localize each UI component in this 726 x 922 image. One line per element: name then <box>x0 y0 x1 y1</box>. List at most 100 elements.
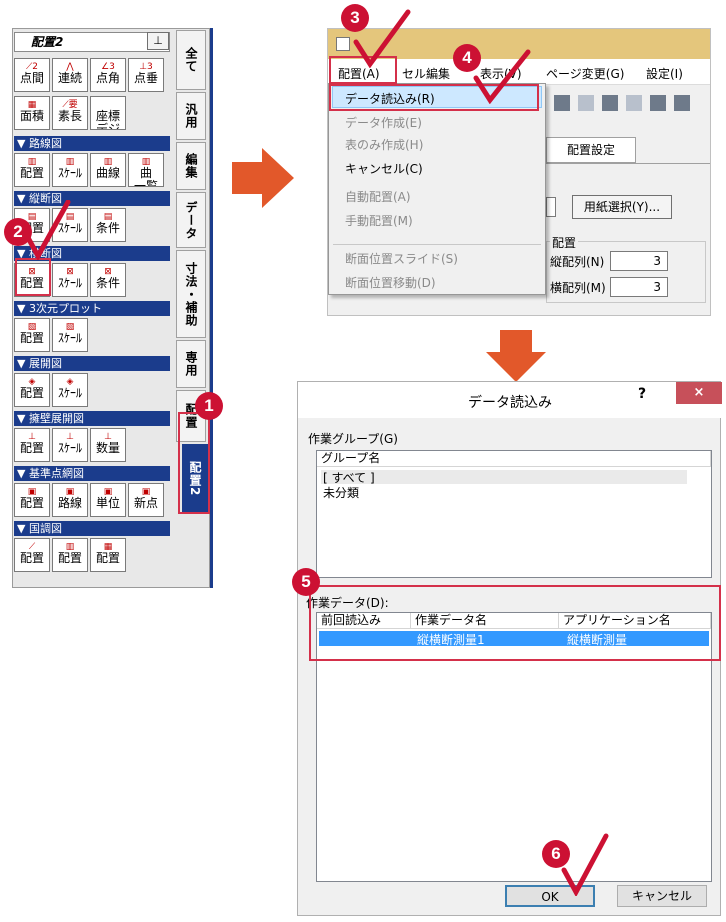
dropdown-menu-item[interactable]: 自動配置(A) <box>345 188 411 205</box>
step-2-badge: 2 <box>4 218 32 246</box>
palette-section-header[interactable]: ▼ 基準点網図 <box>14 466 170 481</box>
palette-button-label: ｽｹｰﾙ <box>57 386 82 400</box>
palette-button[interactable]: ▣ 単位 <box>90 483 126 517</box>
group-list[interactable]: グループ名 [ すべて ] 未分類 <box>316 450 712 578</box>
arrow-right-icon <box>232 148 294 208</box>
palette-button[interactable]: ⊥ 配置 <box>14 428 50 462</box>
palette-button-label: ｽｹｰﾙ <box>57 276 82 290</box>
paper-field[interactable] <box>546 197 556 217</box>
close-button[interactable]: × <box>676 382 722 404</box>
vertical-count-field[interactable]: 3 <box>610 251 668 271</box>
palette-button[interactable]: ⊥ ｽｹｰﾙ <box>52 428 88 462</box>
palette-button-label: 条件 <box>95 276 120 290</box>
toolbar-icon[interactable] <box>554 95 570 111</box>
palette-section-header[interactable]: ▼ 縦断図 <box>14 191 170 206</box>
palette-button-label: 新点 <box>133 496 158 510</box>
palette-button[interactable]: ⊥ 数量 <box>90 428 126 462</box>
dropdown-menu-item[interactable]: 断面位置スライド(S) <box>345 250 458 267</box>
palette-button[interactable]: ▥ 曲 一覧 <box>128 153 164 187</box>
palette-button[interactable]: ▧ 配置 <box>14 318 50 352</box>
palette-button[interactable]: ⊥3 点垂 <box>128 58 164 92</box>
palette-button-label: 路線 <box>57 496 82 510</box>
group-column-header[interactable]: グループ名 <box>317 451 711 467</box>
step1-highlight <box>178 412 210 514</box>
cancel-button[interactable]: キャンセル <box>617 885 707 907</box>
tab-placement-settings[interactable]: 配置設定 <box>546 137 636 163</box>
palette-button-label: 条件 <box>95 221 120 235</box>
palette-tab[interactable]: 専用 <box>176 340 206 388</box>
palette-button[interactable]: ▣ 路線 <box>52 483 88 517</box>
palette-section-header[interactable]: ▼ 3次元プロット <box>14 301 170 316</box>
palette-button[interactable]: ◈ ｽｹｰﾙ <box>52 373 88 407</box>
palette-button[interactable]: 座標 デジ <box>90 96 126 130</box>
dropdown-menu-item[interactable]: 手動配置(M) <box>345 212 413 229</box>
help-button[interactable]: ? <box>638 386 646 402</box>
palette-tab[interactable]: データ <box>176 192 206 248</box>
palette-tab[interactable]: 編集 <box>176 142 206 190</box>
palette-button-label: 素長 <box>57 109 82 123</box>
paper-select-button[interactable]: 用紙選択(Y)... <box>572 195 672 219</box>
palette-button[interactable]: ⟋要 素長 <box>52 96 88 130</box>
dialog-titlebar: データ読込み ? × <box>298 382 722 418</box>
palette-button[interactable]: ⊠ 条件 <box>90 263 126 297</box>
palette-section-header[interactable]: ▼ 擁壁展開図 <box>14 411 170 426</box>
palette-button-label: 座標 デジ <box>95 109 120 130</box>
menu-page-change[interactable]: ページ変更(G) <box>546 65 624 82</box>
palette-button[interactable]: ∠3 点角 <box>90 58 126 92</box>
menu-view[interactable]: 表示(V) <box>480 65 522 82</box>
palette-button-label: 点角 <box>95 71 120 85</box>
palette-section-header[interactable]: ▼ 展開図 <box>14 356 170 371</box>
menu-settings[interactable]: 設定(I) <box>646 65 683 82</box>
palette-button[interactable]: ▤ ｽｹｰﾙ <box>52 208 88 242</box>
palette-button[interactable]: ▣ 配置 <box>14 483 50 517</box>
dropdown-menu-item[interactable]: キャンセル(C) <box>345 160 423 177</box>
step-3-badge: 3 <box>341 4 369 32</box>
palette-button[interactable]: ◈ 配置 <box>14 373 50 407</box>
palette-button[interactable]: ⋀ 連続 <box>52 58 88 92</box>
palette-section-header[interactable]: ▼ 路線図 <box>14 136 170 151</box>
divider <box>546 163 710 164</box>
palette-button[interactable]: ▤ 条件 <box>90 208 126 242</box>
horizontal-count-field[interactable]: 3 <box>610 277 668 297</box>
palette-button[interactable]: ▦ 配置 <box>90 538 126 572</box>
toolbar-icon[interactable] <box>626 95 642 111</box>
dropdown-menu-item[interactable]: データ作成(E) <box>345 114 422 131</box>
palette-button[interactable]: ▥ 曲線 <box>90 153 126 187</box>
step-4-badge: 4 <box>453 44 481 72</box>
step-5-badge: 5 <box>292 568 320 596</box>
palette-button-label: 配置 <box>19 551 44 565</box>
palette-button-label: 配置 <box>57 551 82 565</box>
step-6-badge: 6 <box>542 840 570 868</box>
palette-button[interactable]: ⊠ ｽｹｰﾙ <box>52 263 88 297</box>
palette-button[interactable]: ▥ ｽｹｰﾙ <box>52 153 88 187</box>
ok-button[interactable]: OK <box>505 885 595 907</box>
palette-button[interactable]: ▧ ｽｹｰﾙ <box>52 318 88 352</box>
palette-button-label: 曲線 <box>95 166 120 180</box>
dropdown-menu-item[interactable]: 表のみ作成(H) <box>345 136 423 153</box>
palette-tab[interactable]: 全て <box>176 30 206 90</box>
group-section-label: 作業グループ(G) <box>308 432 398 446</box>
palette-tab[interactable]: 汎用 <box>176 92 206 140</box>
toolbar-icon[interactable] <box>602 95 618 111</box>
palette-button[interactable]: ⟋ 配置 <box>14 538 50 572</box>
palette-button[interactable]: ▦ 面積 <box>14 96 50 130</box>
palette-button-label: ｽｹｰﾙ <box>57 441 82 455</box>
palette-button-label: 配置 <box>19 441 44 455</box>
palette-button[interactable]: ▥ 配置 <box>52 538 88 572</box>
palette-button[interactable]: ⟋2 点間 <box>14 58 50 92</box>
arrow-down-icon <box>486 330 546 382</box>
menu-cell-edit[interactable]: セル編集 <box>402 65 450 82</box>
palette-tab[interactable]: 寸法・補助 <box>176 250 206 338</box>
palette-button[interactable]: ▣ 新点 <box>128 483 164 517</box>
pin-button[interactable]: ⊥ <box>147 32 169 50</box>
palette-button-label: 数量 <box>95 441 120 455</box>
dropdown-menu-item[interactable]: 断面位置移動(D) <box>345 274 436 291</box>
toolbar-icon[interactable] <box>578 95 594 111</box>
palette-button-label: ｽｹｰﾙ <box>57 221 82 235</box>
palette-section-header[interactable]: ▼ 国調図 <box>14 521 170 536</box>
palette-button[interactable]: ▥ 配置 <box>14 153 50 187</box>
toolbar-icon[interactable] <box>650 95 666 111</box>
toolbar-icon[interactable] <box>674 95 690 111</box>
group-item[interactable]: 未分類 <box>323 484 359 501</box>
palette-button-label: ｽｹｰﾙ <box>57 331 82 345</box>
